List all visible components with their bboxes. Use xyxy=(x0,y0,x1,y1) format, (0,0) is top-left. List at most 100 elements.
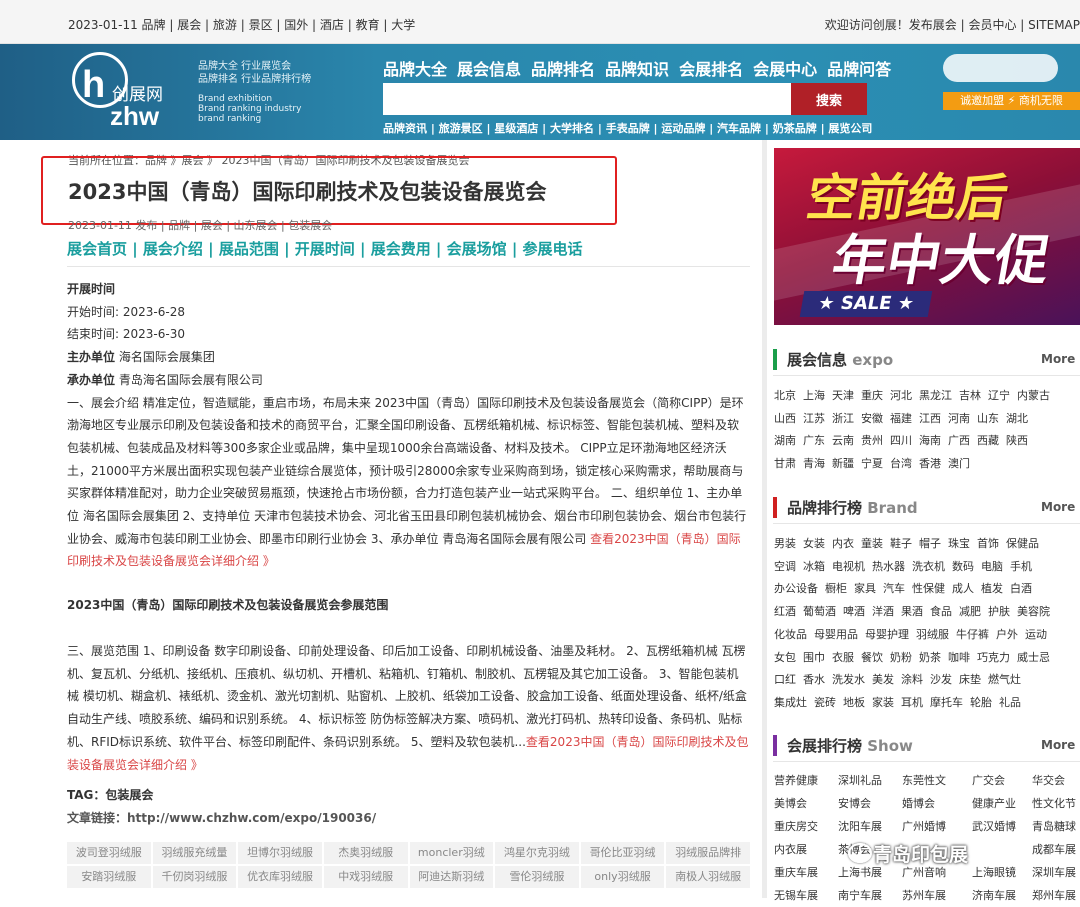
sidebar-link[interactable]: 女装 xyxy=(803,537,825,550)
sidebar-link[interactable]: 内衣 xyxy=(832,537,854,550)
promo-banner[interactable]: 空前绝后 年中大促 ★ SALE ★ xyxy=(774,148,1080,325)
sidebar-link[interactable]: 衣服 xyxy=(832,651,854,664)
related-tag[interactable]: 安踏羽绒服 xyxy=(67,866,151,888)
show-ranking-item[interactable]: 安博会 xyxy=(838,792,902,815)
sidebar-link[interactable]: 保健品 xyxy=(1006,537,1039,550)
sidebar-link[interactable]: 耳机 xyxy=(901,696,923,709)
sidebar-link[interactable]: 香水 xyxy=(803,673,825,686)
sidebar-link[interactable]: 床垫 xyxy=(959,673,981,686)
sidebar-link[interactable]: 电脑 xyxy=(981,560,1003,573)
related-tag[interactable]: 鸿星尔克羽绒 xyxy=(495,842,579,864)
sidebar-link[interactable]: 甘肃 xyxy=(774,457,796,470)
sidebar-link[interactable]: 安徽 xyxy=(861,412,883,425)
sidebar-link[interactable]: 福建 xyxy=(890,412,912,425)
sidebar-link[interactable]: 四川 xyxy=(890,434,912,447)
top-bar-date-nav[interactable]: 2023-01-11 品牌 | 展会 | 旅游 | 景区 | 国外 | 酒店 |… xyxy=(68,16,415,33)
sidebar-link[interactable]: 红酒 xyxy=(774,605,796,618)
sidebar-link[interactable]: 湖南 xyxy=(774,434,796,447)
sidebar-link[interactable]: 山西 xyxy=(774,412,796,425)
related-tag[interactable]: 羽绒服充绒量 xyxy=(152,842,237,864)
sidebar-link[interactable]: 地板 xyxy=(843,696,865,709)
sidebar-link[interactable]: 黑龙江 xyxy=(919,389,952,402)
article-meta[interactable]: 2023-01-11 发布 | 品牌 | 展会 | 山东展会 | 包装展会 xyxy=(68,217,332,233)
sidebar-link[interactable]: 减肥 xyxy=(959,605,981,618)
sidebar-link[interactable]: 电视机 xyxy=(832,560,865,573)
sidebar-link[interactable]: 运动 xyxy=(1025,628,1047,641)
nav-item-expo[interactable]: 展会信息 xyxy=(457,56,522,86)
sidebar-link[interactable]: 帽子 xyxy=(919,537,941,550)
sidebar-link[interactable]: 摩托车 xyxy=(930,696,963,709)
sidebar-link[interactable]: 青海 xyxy=(803,457,825,470)
show-ranking-item[interactable]: 深圳车展 xyxy=(1032,861,1080,884)
nav-item-expo-center[interactable]: 会展中心 xyxy=(753,56,817,86)
related-tag[interactable]: 千仞岗羽绒服 xyxy=(152,866,237,888)
sidebar-link[interactable]: 广东 xyxy=(803,434,825,447)
sidebar-link[interactable]: 内蒙古 xyxy=(1017,389,1050,402)
expo-tab-nav[interactable]: 展会首页 | 展会介绍 | 展品范围 | 开展时间 | 展会费用 | 会展场馆 … xyxy=(67,238,583,259)
nav-item-brands[interactable]: 品牌大全 xyxy=(383,56,447,86)
show-ranking-item[interactable]: 华交会 xyxy=(1032,769,1080,792)
show-ranking-item[interactable]: 武汉婚博 xyxy=(972,815,1032,838)
sidebar-link[interactable]: 数码 xyxy=(952,560,974,573)
sidebar-link[interactable]: 燃气灶 xyxy=(988,673,1021,686)
logo-h[interactable]: h xyxy=(82,66,105,104)
sidebar-link[interactable]: 海南 xyxy=(919,434,941,447)
related-tag[interactable]: 阿迪达斯羽绒 xyxy=(409,866,494,888)
show-more-link[interactable]: More xyxy=(1041,738,1075,752)
sidebar-link[interactable]: 食品 xyxy=(930,605,952,618)
nav-item-brand-knowledge[interactable]: 品牌知识 xyxy=(605,56,669,86)
brand-more-link[interactable]: More xyxy=(1041,500,1075,514)
sidebar-link[interactable]: 口红 xyxy=(774,673,796,686)
show-ranking-item[interactable]: 婚博会 xyxy=(902,792,972,815)
sidebar-link[interactable]: 天津 xyxy=(832,389,854,402)
sidebar-link[interactable]: 威士忌 xyxy=(1017,651,1050,664)
top-bar-account-links[interactable]: 欢迎访问创展！发布展会 | 会员中心 | SITEMAP xyxy=(825,16,1080,33)
sidebar-link[interactable]: 台湾 xyxy=(890,457,912,470)
tag-value[interactable]: 包装展会 xyxy=(105,788,153,802)
show-ranking-item[interactable]: 苏州车展 xyxy=(902,884,972,907)
sidebar-link[interactable]: 珠宝 xyxy=(948,537,970,550)
sidebar-link[interactable]: 河北 xyxy=(890,389,912,402)
sidebar-link[interactable]: 洗发水 xyxy=(832,673,865,686)
sub-nav[interactable]: 品牌资讯 | 旅游景区 | 星级酒店 | 大学排名 | 手表品牌 | 运动品牌 … xyxy=(383,120,872,136)
sidebar-link[interactable]: 橱柜 xyxy=(825,582,847,595)
sidebar-link[interactable]: 香港 xyxy=(919,457,941,470)
sidebar-link[interactable]: 湖北 xyxy=(1006,412,1028,425)
sidebar-link[interactable]: 户外 xyxy=(996,628,1018,641)
related-tag[interactable]: only羽绒服 xyxy=(580,866,665,888)
sidebar-link[interactable]: 新疆 xyxy=(832,457,854,470)
sidebar-link[interactable]: 植发 xyxy=(981,582,1003,595)
sidebar-link[interactable]: 咖啡 xyxy=(948,651,970,664)
sidebar-link[interactable]: 北京 xyxy=(774,389,796,402)
show-ranking-item[interactable]: 深圳礼品 xyxy=(838,769,902,792)
sidebar-link[interactable]: 洋酒 xyxy=(872,605,894,618)
sidebar-link[interactable]: 宁夏 xyxy=(861,457,883,470)
related-tag[interactable]: 波司登羽绒服 xyxy=(67,842,151,864)
related-tag[interactable]: moncler羽绒 xyxy=(409,842,494,864)
sidebar-link[interactable]: 美容院 xyxy=(1017,605,1050,618)
show-ranking-item[interactable] xyxy=(972,838,1032,861)
related-tag[interactable]: 中戏羽绒服 xyxy=(323,866,408,888)
sidebar-link[interactable]: 护肤 xyxy=(988,605,1010,618)
sidebar-link[interactable]: 家装 xyxy=(872,696,894,709)
show-ranking-item[interactable]: 青岛糖球 xyxy=(1032,815,1080,838)
sidebar-link[interactable]: 性保健 xyxy=(912,582,945,595)
sidebar-link[interactable]: 母婴护理 xyxy=(865,628,909,641)
nav-item-brand-ranking[interactable]: 品牌排名 xyxy=(531,56,595,86)
article-link-url[interactable]: http://www.chzhw.com/expo/190036/ xyxy=(127,811,376,825)
sidebar-link[interactable]: 轮胎 xyxy=(970,696,992,709)
sidebar-link[interactable]: 贵州 xyxy=(861,434,883,447)
sidebar-link[interactable]: 白酒 xyxy=(1010,582,1032,595)
show-ranking-item[interactable]: 重庆房交 xyxy=(774,815,838,838)
show-ranking-item[interactable]: 济南车展 xyxy=(972,884,1032,907)
show-ranking-item[interactable]: 成都车展 xyxy=(1032,838,1080,861)
related-tag[interactable]: 羽绒服品牌排 xyxy=(666,842,750,864)
search-button[interactable]: 搜索 xyxy=(791,83,867,115)
sidebar-link[interactable]: 涂料 xyxy=(901,673,923,686)
header-user-pill[interactable] xyxy=(943,54,1058,82)
sidebar-link[interactable]: 鞋子 xyxy=(890,537,912,550)
show-ranking-item[interactable]: 无锡车展 xyxy=(774,884,838,907)
show-ranking-item[interactable]: 南宁车展 xyxy=(838,884,902,907)
sidebar-link[interactable]: 江苏 xyxy=(803,412,825,425)
show-ranking-item[interactable]: 美博会 xyxy=(774,792,838,815)
